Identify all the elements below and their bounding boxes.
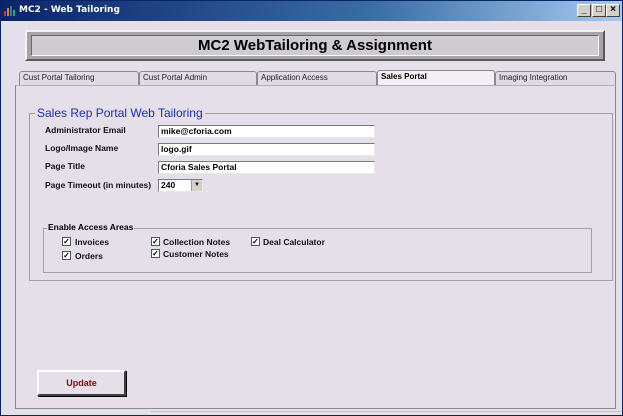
customer-notes-label: Customer Notes (163, 249, 229, 259)
header-inner: MC2 WebTailoring & Assignment (31, 35, 599, 56)
invoices-checkbox[interactable]: ✓ (62, 237, 71, 246)
header-banner: MC2 WebTailoring & Assignment (25, 30, 605, 61)
deal-calculator-label: Deal Calculator (263, 237, 325, 247)
logo-label: Logo/Image Name (45, 143, 119, 153)
update-button[interactable]: Update (37, 370, 126, 396)
page-title-label: Page Title (45, 161, 85, 171)
page-title-input[interactable]: Cforia Sales Portal (158, 161, 375, 174)
bottom-divider (151, 411, 621, 413)
app-chart-icon (4, 6, 16, 16)
admin-email-label: Administrator Email (45, 125, 126, 135)
group-title: Sales Rep Portal Web Tailoring (35, 106, 205, 120)
update-button-label: Update (66, 378, 97, 388)
tab-cust-portal-admin[interactable]: Cust Portal Admin (139, 71, 257, 85)
admin-email-input[interactable]: mike@cforia.com (158, 125, 375, 138)
chevron-down-icon[interactable]: ▼ (191, 180, 202, 191)
orders-checkbox[interactable]: ✓ (62, 251, 71, 260)
window-title: MC2 - Web Tailoring (19, 5, 120, 15)
deal-calculator-checkbox[interactable]: ✓ (251, 237, 260, 246)
access-areas-title: Enable Access Areas (47, 222, 135, 232)
access-areas-group (43, 228, 592, 273)
timeout-value: 240 (161, 180, 176, 190)
title-bar[interactable]: MC2 - Web Tailoring _ □ × (1, 1, 622, 21)
page-title: MC2 WebTailoring & Assignment (198, 37, 432, 54)
logo-input[interactable]: logo.gif (158, 143, 375, 156)
orders-label: Orders (75, 251, 103, 261)
timeout-label: Page Timeout (in minutes) (45, 180, 152, 190)
minimize-button[interactable]: _ (577, 4, 591, 17)
tab-cust-portal-tailoring[interactable]: Cust Portal Tailoring (19, 71, 139, 85)
main-window: MC2 - Web Tailoring _ □ × MC2 WebTailori… (0, 0, 623, 416)
collection-notes-label: Collection Notes (163, 237, 231, 247)
invoices-label: Invoices (75, 237, 110, 247)
tab-bar: Cust Portal Tailoring Cust Portal Admin … (19, 70, 616, 85)
tab-imaging-integration[interactable]: Imaging Integration (495, 71, 616, 85)
close-button[interactable]: × (606, 4, 620, 17)
timeout-select[interactable]: 240 ▼ (158, 179, 203, 192)
maximize-button[interactable]: □ (592, 4, 606, 17)
collection-notes-checkbox[interactable]: ✓ (151, 237, 160, 246)
tab-sales-portal[interactable]: Sales Portal (377, 70, 495, 85)
customer-notes-checkbox[interactable]: ✓ (151, 249, 160, 258)
tab-application-access[interactable]: Application Access (257, 71, 377, 85)
